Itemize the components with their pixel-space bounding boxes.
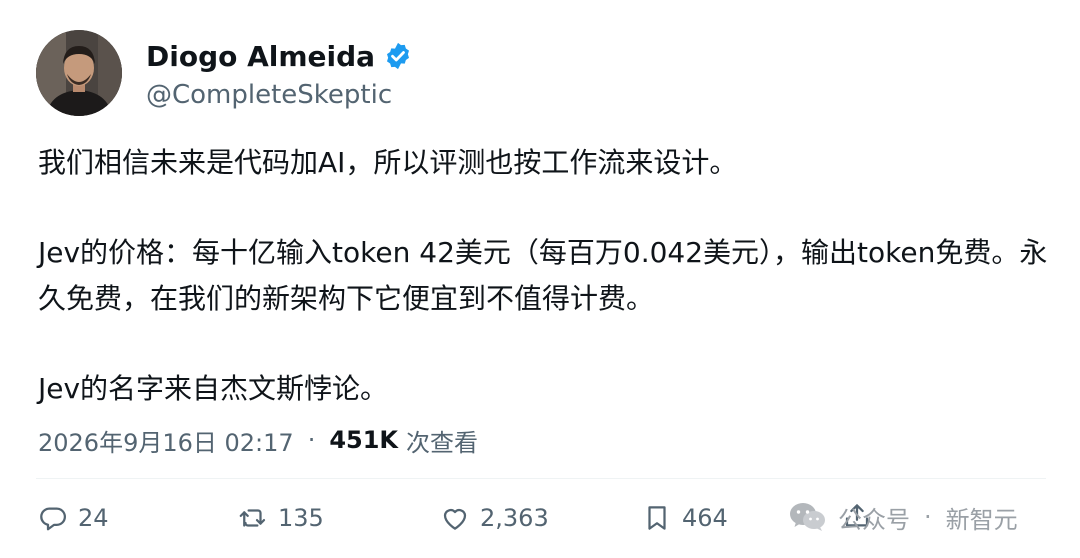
author-name-row: Diogo Almeida [146, 36, 413, 76]
divider [36, 478, 1046, 479]
tweet-paragraph: 我们相信未来是代码加AI，所以评测也按工作流来设计。 [38, 146, 738, 179]
tweet-text: 我们相信未来是代码加AI，所以评测也按工作流来设计。 Jev的价格：每十亿输入t… [38, 140, 1048, 412]
bookmark-icon [648, 506, 666, 530]
view-count-label: 次查看 [406, 428, 479, 457]
retweet-icon [239, 509, 266, 527]
meta-separator: · [307, 426, 316, 454]
wechat-logo-icon [790, 503, 825, 531]
tweet-meta: 2026年9月16日 02:17 · 451K 次查看 [38, 420, 478, 460]
retweet-button[interactable]: 135 [238, 498, 324, 538]
bookmark-count: 464 [682, 504, 728, 532]
author-handle[interactable]: @CompleteSkeptic [146, 80, 392, 110]
watermark-account: 新智元 [945, 505, 1018, 534]
reply-icon [40, 507, 66, 531]
like-count: 2,363 [480, 504, 549, 532]
author-name[interactable]: Diogo Almeida [146, 40, 375, 73]
heart-icon [443, 509, 467, 530]
reply-count: 24 [78, 504, 109, 532]
tweet-paragraph: Jev的价格：每十亿输入token 42美元（每百万0.042美元），输出tok… [38, 236, 1048, 315]
bookmark-button[interactable]: 464 [642, 498, 728, 538]
view-count: 451K [329, 426, 399, 454]
avatar[interactable] [36, 30, 122, 116]
watermark-source: 公众号 [838, 505, 910, 534]
watermark-separator: · [924, 503, 932, 531]
verified-badge-icon [387, 42, 410, 70]
tweet-card: Diogo Almeida @CompleteSkeptic 我们相信未来是代码… [0, 0, 1080, 558]
timestamp[interactable]: 2026年9月16日 02:17 [38, 423, 294, 458]
retweet-count: 135 [278, 504, 324, 532]
wechat-watermark: 公众号 · 新智元 [788, 496, 1018, 538]
reply-button[interactable]: 24 [38, 498, 109, 538]
avatar-photo [36, 30, 122, 116]
like-button[interactable]: 2,363 [440, 498, 549, 538]
tweet-paragraph: Jev的名字来自杰文斯悖论。 [38, 372, 389, 405]
